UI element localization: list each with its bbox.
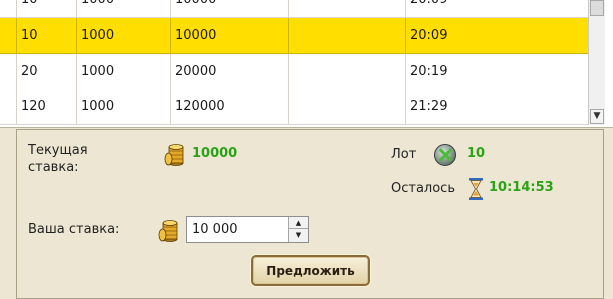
table-row[interactable]: 20 1000 20000 20:19 [0, 54, 588, 90]
table-cell: 1000 [77, 18, 171, 53]
your-bid-label: Ваша ставка: [28, 222, 120, 237]
table-cell [289, 18, 406, 53]
table-cell: 10 [16, 18, 77, 53]
table-cell: 20:19 [410, 64, 448, 79]
table-cell: 1000 [77, 0, 171, 17]
scroll-down-arrow-icon[interactable]: ▼ [590, 109, 604, 124]
table-row[interactable]: 10 1000 10000 20:09 [0, 0, 588, 18]
auction-table: 10 1000 10000 20:09 10 1000 10000 20:09 … [0, 0, 613, 128]
lot-label: Лот [391, 147, 417, 162]
table-cell: 20 [16, 54, 77, 89]
lot-item-icon [434, 144, 456, 166]
table-cell: 20:09 [406, 0, 588, 17]
coin-stack-icon [158, 220, 178, 242]
table-cell: 20:09 [410, 28, 448, 43]
table-cell: 10000 [171, 18, 289, 53]
table-cell: 120 [16, 89, 77, 124]
current-bid-label: Текущая ставка: [28, 143, 88, 175]
spin-down-arrow-icon[interactable]: ▼ [288, 229, 308, 242]
table-scrollbar[interactable]: ▼ [588, 0, 605, 125]
coin-stack-icon [164, 144, 184, 166]
remaining-label: Осталось [391, 181, 455, 196]
spin-up-arrow-icon[interactable]: ▲ [288, 217, 308, 229]
bid-amount-input[interactable] [187, 217, 287, 242]
table-cell [289, 54, 406, 89]
table-cell: 10000 [171, 0, 289, 17]
current-bid-value: 10000 [192, 146, 238, 161]
table-cell [289, 89, 406, 124]
bid-amount-stepper: ▲ ▼ [186, 216, 309, 243]
table-cell: 20000 [171, 54, 289, 89]
offer-button[interactable]: Предложить [251, 255, 370, 286]
table-cell: 21:29 [410, 99, 448, 114]
lot-value: 10 [467, 146, 486, 161]
table-row-selected[interactable]: 10 1000 10000 20:09 [0, 18, 588, 54]
table-row[interactable]: 120 1000 120000 21:29 [0, 89, 588, 125]
table-cell: 10 [16, 0, 77, 17]
table-cell [289, 0, 406, 17]
table-cell: 1000 [77, 54, 171, 89]
remaining-value: 10:14:53 [489, 180, 554, 195]
hourglass-icon [469, 178, 483, 200]
table-cell: 1000 [77, 89, 171, 124]
scrollbar-thumb[interactable] [590, 0, 604, 16]
table-cell: 120000 [171, 89, 289, 124]
